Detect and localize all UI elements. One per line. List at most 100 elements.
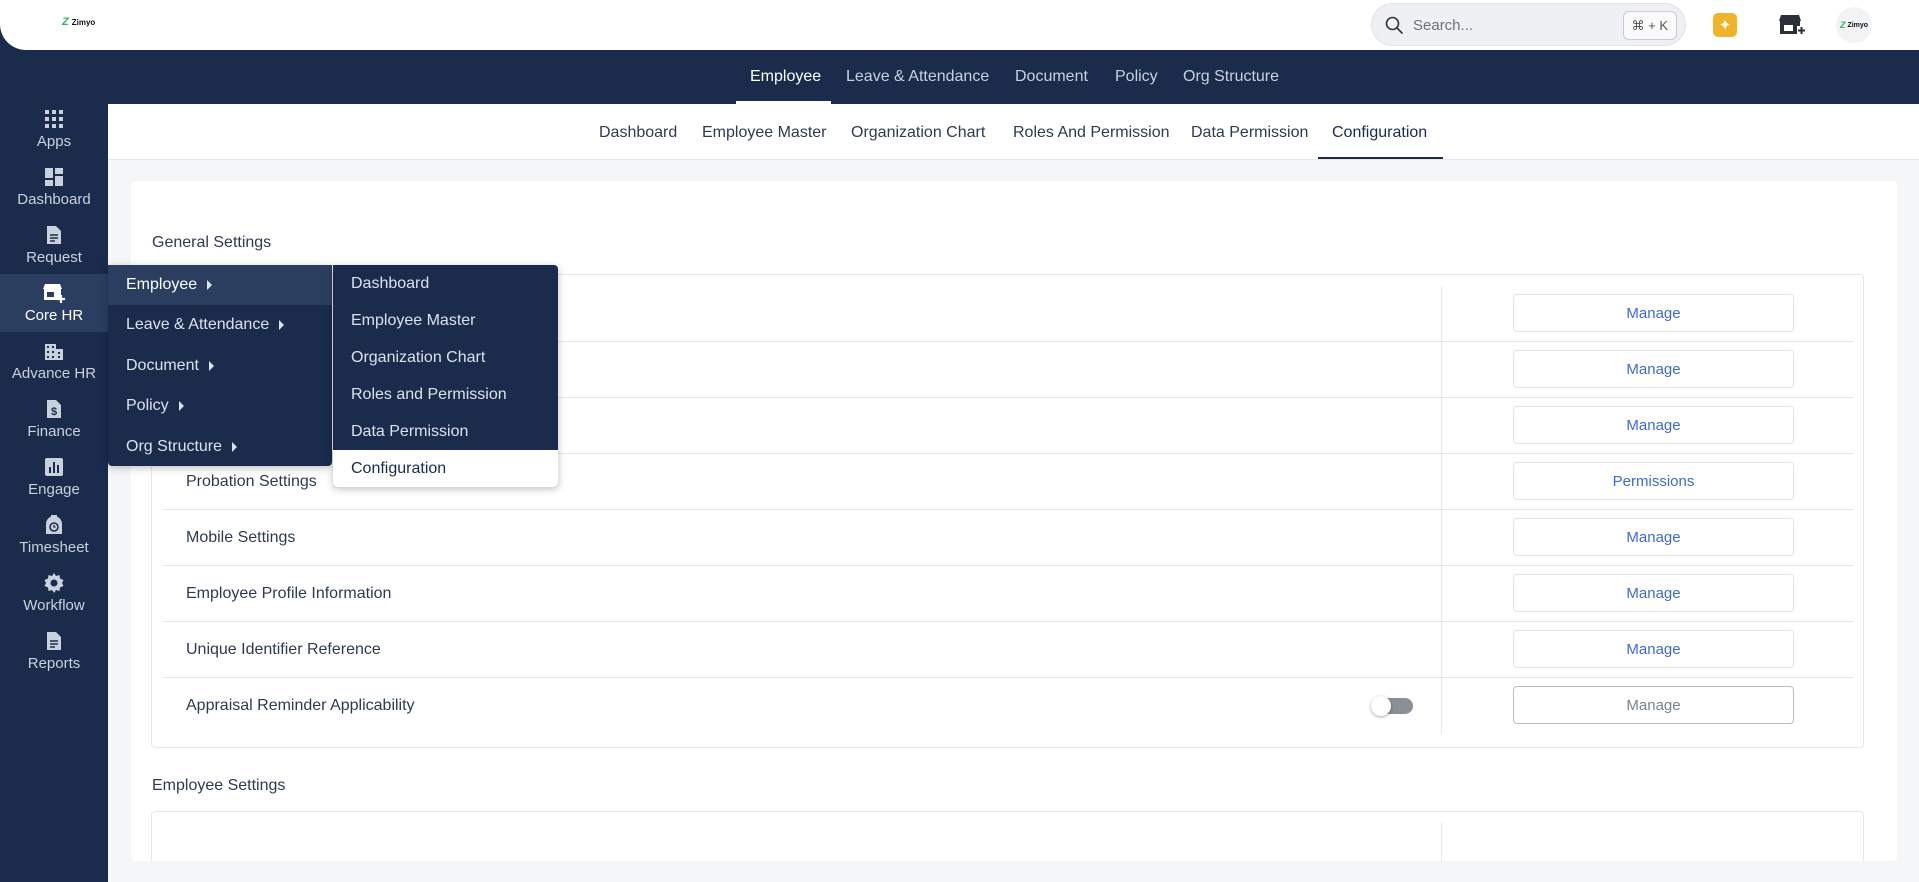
sidebar-label-timesheet: Timesheet (19, 539, 89, 556)
sidebar-label-advance-hr: Advance HR (11, 365, 97, 382)
settings-row-unique-identifier: Unique Identifier Reference Manage (163, 622, 1854, 678)
general-settings-title: General Settings (152, 234, 272, 251)
submenu-item-employee-master[interactable]: Employee Master (333, 302, 558, 339)
svg-text:$: $ (51, 406, 57, 418)
sidebar-item-workflow[interactable]: Workflow (0, 564, 108, 622)
flyout-item-leave-attendance[interactable]: Leave & Attendance (108, 305, 332, 345)
bar-chart-icon (45, 458, 63, 476)
sidebar-item-apps[interactable]: Apps (0, 100, 108, 158)
permissions-button[interactable]: Permissions (1513, 462, 1794, 500)
submenu-item-data-permission[interactable]: Data Permission (333, 413, 558, 450)
module-tab-policy[interactable]: Policy (1115, 68, 1158, 86)
submenu-item-dashboard[interactable]: Dashboard (333, 265, 558, 302)
caret-right-icon (178, 401, 184, 411)
settings-row-mobile: Mobile Settings Manage (163, 510, 1854, 566)
settings-row-label: Appraisal Reminder Applicability (186, 697, 415, 714)
dollar-doc-icon: $ (47, 400, 61, 418)
row-divider (1441, 678, 1442, 734)
manage-button[interactable]: Manage (1513, 350, 1794, 388)
flyout-item-employee[interactable]: Employee (108, 265, 332, 305)
logo-text: Zimyo (71, 17, 96, 27)
sidebar-item-reports[interactable]: Reports (0, 622, 108, 680)
manage-button[interactable]: Manage (1513, 294, 1794, 332)
employee-submenu: Dashboard Employee Master Organization C… (333, 265, 558, 487)
submenu-item-configuration[interactable]: Configuration (333, 450, 558, 487)
flyout-item-label: Org Structure (126, 438, 223, 455)
flyout-item-label: Document (126, 357, 199, 374)
sidebar-label-apps: Apps (36, 133, 72, 150)
row-divider (1441, 286, 1442, 342)
subnav-tab-employee-master[interactable]: Employee Master (702, 124, 827, 142)
sub-nav: Dashboard Employee Master Organization C… (108, 104, 1919, 160)
module-tab-document[interactable]: Document (1015, 68, 1088, 86)
module-tab-leave-attendance[interactable]: Leave & Attendance (846, 68, 989, 86)
flyout-item-org-structure[interactable]: Org Structure (108, 427, 332, 467)
active-subnav-indicator (1318, 157, 1443, 159)
subnav-tab-organization-chart[interactable]: Organization Chart (851, 124, 985, 142)
sidebar-item-timesheet[interactable]: Timesheet (0, 506, 108, 564)
avatar-logo-mark: Z (1839, 20, 1846, 30)
settings-row-label: Mobile Settings (186, 529, 296, 546)
module-nav: Employee Leave & Attendance Document Pol… (0, 50, 1919, 104)
sidebar-item-core-hr[interactable]: Core HR (0, 274, 108, 332)
submenu-item-organization-chart[interactable]: Organization Chart (333, 339, 558, 376)
sidebar-label-core-hr: Core HR (24, 307, 84, 324)
caret-right-icon (232, 442, 238, 452)
row-divider (1441, 398, 1442, 454)
sidebar-label-dashboard: Dashboard (17, 191, 91, 208)
avatar-logo-text: Zimyo (1847, 21, 1869, 29)
flyout-item-label: Employee (126, 276, 198, 293)
subnav-tab-roles-and-permission[interactable]: Roles And Permission (1013, 124, 1170, 142)
timer-icon (46, 515, 62, 534)
store-add-icon (43, 284, 65, 303)
sidebar-item-dashboard[interactable]: Dashboard (0, 158, 108, 216)
avatar[interactable]: Z Zimyo (1836, 7, 1872, 43)
row-divider (1441, 454, 1442, 510)
search-box[interactable]: Search... ⌘ + K (1371, 3, 1686, 46)
sidebar-item-finance[interactable]: $ Finance (0, 390, 108, 448)
search-icon (1385, 16, 1403, 34)
caret-right-icon (207, 280, 213, 290)
flyout-item-document[interactable]: Document (108, 346, 332, 386)
toggle-knob (1371, 696, 1391, 716)
app-logo[interactable]: Z Zimyo (62, 16, 95, 28)
gear-icon (44, 573, 64, 593)
caret-right-icon (279, 320, 285, 330)
report-icon (47, 632, 61, 650)
appraisal-reminder-toggle[interactable] (1371, 696, 1413, 716)
row-divider (1441, 342, 1442, 398)
module-tab-org-structure[interactable]: Org Structure (1183, 68, 1279, 86)
settings-row-label: Employee Profile Information (186, 585, 392, 602)
sidebar-item-advance-hr[interactable]: Advance HR (0, 332, 108, 390)
manage-button[interactable]: Manage (1513, 518, 1794, 556)
dashboard-icon (45, 168, 63, 186)
sidebar-label-workflow: Workflow (23, 597, 85, 614)
subnav-tab-dashboard[interactable]: Dashboard (599, 124, 677, 142)
settings-row-label: Probation Settings (186, 473, 317, 490)
store-add-icon[interactable] (1778, 12, 1806, 38)
search-input[interactable]: Search... (1413, 17, 1473, 34)
sidebar-label-finance: Finance (27, 423, 81, 440)
flyout-item-policy[interactable]: Policy (108, 386, 332, 426)
sidebar-item-request[interactable]: Request (0, 216, 108, 274)
manage-button[interactable]: Manage (1513, 406, 1794, 444)
main-content: Dashboard Employee Master Organization C… (108, 104, 1919, 882)
sidebar-label-engage: Engage (28, 481, 80, 498)
top-bar: Z Zimyo Search... ⌘ + K ✦ Z Zimyo (0, 0, 1919, 50)
employee-settings-panel (151, 811, 1864, 862)
subnav-tab-data-permission[interactable]: Data Permission (1191, 124, 1308, 142)
manage-button[interactable]: Manage (1513, 574, 1794, 612)
manage-button[interactable]: Manage (1513, 630, 1794, 668)
submenu-item-roles-and-permission[interactable]: Roles and Permission (333, 376, 558, 413)
module-tab-employee[interactable]: Employee (750, 68, 821, 86)
document-icon (47, 226, 61, 244)
subnav-tab-configuration[interactable]: Configuration (1332, 124, 1427, 142)
settings-row-appraisal-reminder: Appraisal Reminder Applicability Manage (163, 678, 1854, 734)
settings-row-label: Unique Identifier Reference (186, 641, 381, 658)
employee-settings-title: Employee Settings (152, 777, 286, 794)
manage-button[interactable]: Manage (1513, 686, 1794, 724)
building-icon (45, 344, 63, 360)
sparkle-icon[interactable]: ✦ (1713, 13, 1737, 37)
sidebar: Apps Dashboard Request Core HR Advance H… (0, 50, 108, 882)
sidebar-item-engage[interactable]: Engage (0, 448, 108, 506)
